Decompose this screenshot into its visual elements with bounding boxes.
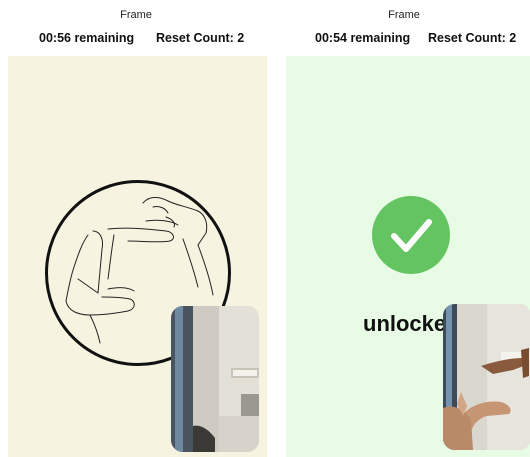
reset-count-label: Reset Count: 2 — [428, 31, 517, 45]
screen-title: Frame — [120, 9, 152, 21]
right-screen: Frame 00:54 remaining Reset Count: 2 unl… — [278, 0, 530, 457]
checkmark-icon — [372, 196, 450, 274]
camera-preview — [443, 304, 530, 450]
unlocked-panel: unlocke — [286, 56, 530, 457]
timer-label: 00:56 remaining — [39, 31, 135, 45]
camera-feed-image — [171, 306, 259, 452]
timer-label: 00:54 remaining — [315, 31, 411, 45]
screen-title: Frame — [388, 9, 420, 21]
left-screen: Frame 00:56 remaining Reset Count: 2 — [0, 0, 272, 457]
camera-feed-image — [443, 304, 530, 450]
challenge-panel — [8, 56, 267, 457]
camera-preview — [171, 306, 259, 452]
reset-count-label: Reset Count: 2 — [156, 31, 245, 45]
